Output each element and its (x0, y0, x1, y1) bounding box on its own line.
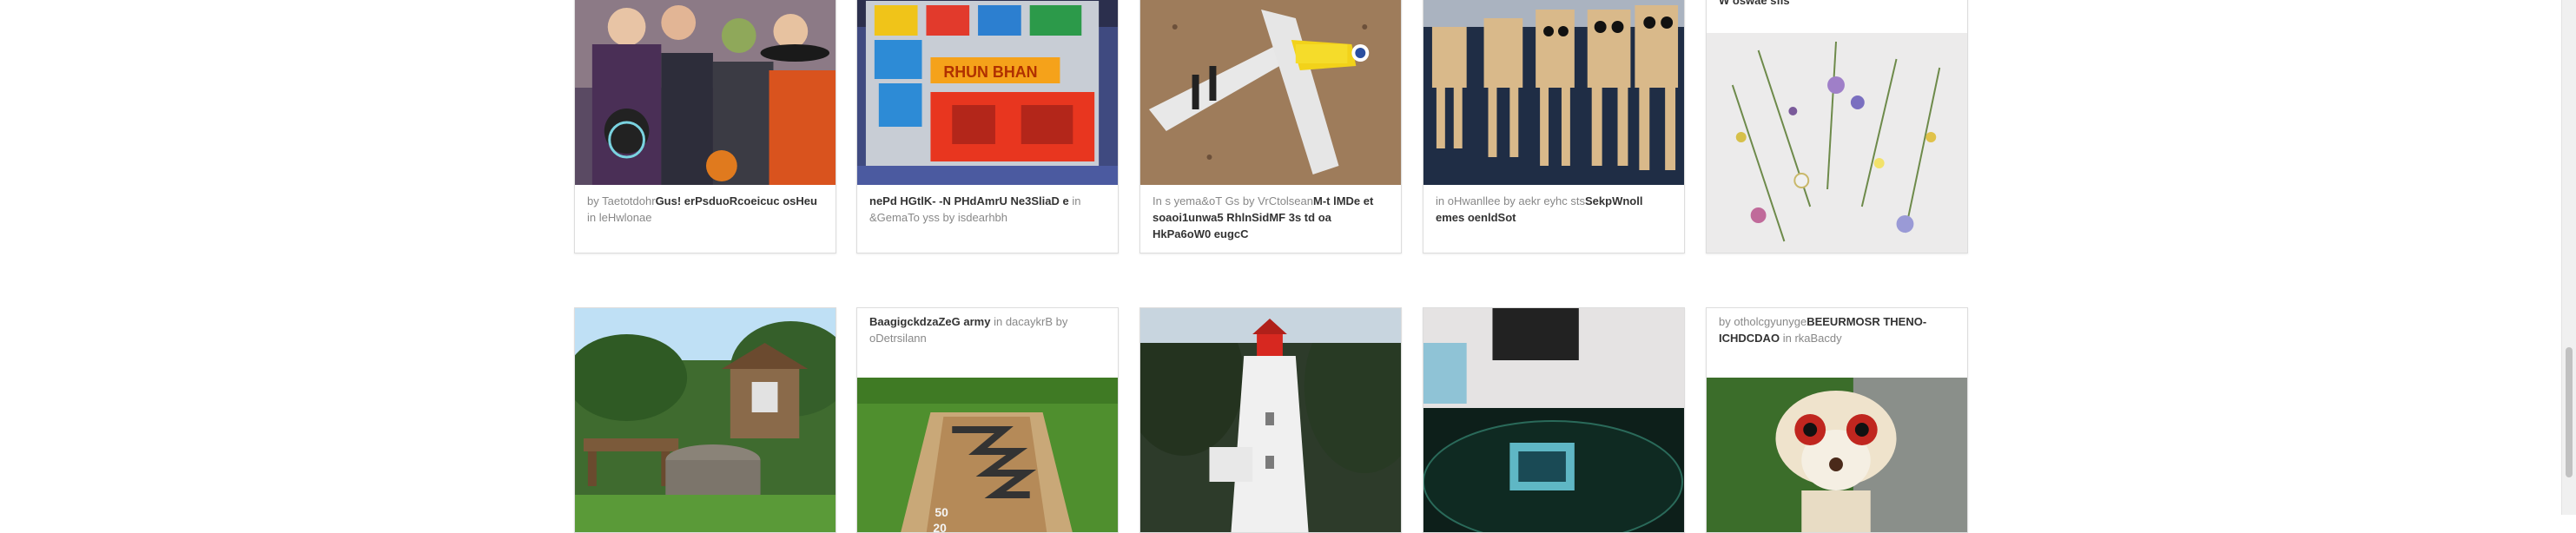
project-thumbnail[interactable] (575, 308, 836, 532)
project-meta: by TaetotdohrGus! erPsduoRcoeicuc osHeu … (587, 193, 825, 226)
category-link[interactable]: rkaBacdy (1794, 332, 1841, 345)
project-meta: W oswae sfls (1719, 0, 1957, 9)
project-meta: in oHwanllee by aekr eyhc stsSekpWnoll e… (1436, 193, 1674, 226)
project-thumbnail[interactable] (1423, 0, 1684, 185)
by-label: by (1719, 315, 1731, 328)
by-label: by (1055, 315, 1068, 328)
project-card[interactable]: by TaetotdohrGus! erPsduoRcoeicuc osHeu … (574, 0, 836, 253)
author-link[interactable]: otholcgyunyge (1734, 315, 1807, 328)
author-link[interactable]: Taetotdohr (602, 194, 655, 207)
project-card[interactable]: RHUN BHAN nePd HGtlK- -N PHdAmrU Ne3Slia… (856, 0, 1119, 253)
project-title[interactable]: Gus! erPsduoRcoeicuc osHeu (656, 194, 817, 207)
project-thumbnail[interactable] (1707, 378, 1967, 532)
project-thumbnail[interactable] (1423, 308, 1684, 532)
in-label: in (1782, 332, 1792, 345)
category-link[interactable]: leHwlonae (599, 211, 652, 224)
author-link[interactable]: isdearhbh (958, 211, 1007, 224)
project-title[interactable]: BaagigckdzaZeG army (869, 315, 990, 328)
project-card[interactable]: W oswae sfls (1706, 0, 1968, 253)
project-card[interactable] (1423, 307, 1685, 533)
project-thumbnail[interactable] (575, 0, 836, 185)
category-prefix: In s yema&oT Gs (1153, 194, 1240, 207)
scrollbar-thumb[interactable] (2566, 347, 2573, 477)
in-label: in (994, 315, 1003, 328)
in-label: in (1072, 194, 1081, 207)
project-thumbnail[interactable] (1707, 33, 1967, 253)
svg-text:50: 50 (935, 505, 948, 519)
by-label: by (1242, 194, 1255, 207)
project-meta: by otholcgyunygeBEEURMOSR THENO-ICHDCDAO… (1719, 313, 1957, 346)
project-thumbnail[interactable] (1140, 0, 1401, 185)
in-label: in (587, 211, 597, 224)
project-card[interactable] (1139, 307, 1402, 533)
project-card[interactable]: In s yema&oT Gs by VrCtolseanM-t lMDe et… (1139, 0, 1402, 253)
by-label: by (942, 211, 955, 224)
svg-text:RHUN BHAN: RHUN BHAN (943, 63, 1037, 81)
project-thumbnail[interactable]: RHUN BHAN (857, 0, 1118, 185)
project-meta: In s yema&oT Gs by VrCtolseanM-t lMDe et… (1153, 193, 1390, 242)
project-meta: BaagigckdzaZeG army in dacaykrB by oDetr… (869, 313, 1107, 346)
author-link[interactable]: VrCtolsean (1258, 194, 1313, 207)
category-link[interactable]: &GemaTo yss (869, 211, 940, 224)
scrollbar[interactable] (2561, 0, 2576, 515)
by-label: by (1503, 194, 1516, 207)
project-title[interactable]: W oswae sfls (1719, 0, 1790, 7)
project-card[interactable]: by otholcgyunygeBEEURMOSR THENO-ICHDCDAO… (1706, 307, 1968, 533)
svg-text:20: 20 (933, 521, 947, 533)
author-link[interactable]: oDetrsilann (869, 332, 927, 345)
by-label: by (587, 194, 599, 207)
project-thumbnail[interactable]: 50 20 (857, 378, 1118, 533)
category-prefix: in oHwanllee (1436, 194, 1501, 207)
category-link[interactable]: dacaykrB (1006, 315, 1053, 328)
author-link[interactable]: aekr eyhc sts (1518, 194, 1585, 207)
project-card[interactable]: BaagigckdzaZeG army in dacaykrB by oDetr… (856, 307, 1119, 533)
project-card[interactable] (574, 307, 836, 533)
project-title[interactable]: nePd HGtlK- -N PHdAmrU Ne3SliaD e (869, 194, 1069, 207)
project-card[interactable]: in oHwanllee by aekr eyhc stsSekpWnoll e… (1423, 0, 1685, 253)
project-meta: nePd HGtlK- -N PHdAmrU Ne3SliaD e in &Ge… (869, 193, 1107, 226)
project-thumbnail[interactable] (1140, 308, 1401, 532)
